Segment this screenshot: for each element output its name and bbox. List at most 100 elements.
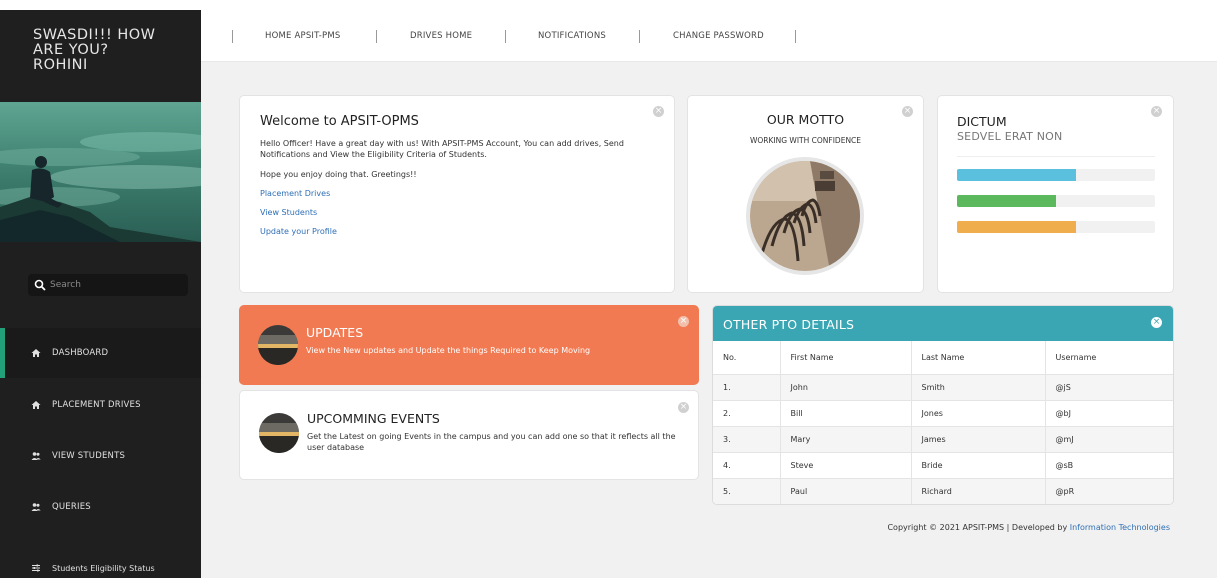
table-cell: Mary [780, 426, 912, 453]
nav-change-password[interactable]: CHANGE PASSWORD [673, 31, 764, 41]
column-header: No. [713, 341, 781, 375]
sidebar-item-label: DASHBOARD [52, 348, 109, 358]
sidebar-item-label: PLACEMENT DRIVES [52, 400, 141, 410]
pto-table: No. First Name Last Name Username 1. Joh… [713, 341, 1173, 504]
pto-title: OTHER PTO DETAILS [723, 317, 855, 332]
nav-drives-home[interactable]: DRIVES HOME [410, 31, 472, 41]
table-cell: 2. [713, 400, 781, 427]
close-icon[interactable] [678, 402, 689, 413]
updates-subtitle: View the New updates and Update the thin… [306, 346, 591, 355]
table-cell: 4. [713, 452, 781, 479]
table-cell: Bill [780, 400, 912, 427]
search-input[interactable] [50, 280, 180, 290]
link-placement-drives[interactable]: Placement Drives [260, 189, 330, 198]
table-cell: @sB [1045, 452, 1173, 479]
table-cell: Jones [911, 400, 1046, 427]
sidebar-item-label: QUERIES [52, 502, 91, 512]
nav-separator [376, 30, 377, 43]
sliders-icon [32, 564, 40, 572]
dictum-title: DICTUM [957, 114, 1007, 129]
nav-notifications[interactable]: NOTIFICATIONS [538, 31, 606, 41]
sidebar-item-label: Students Eligibility Status [52, 563, 155, 573]
dictum-subtitle: SEDVEL ERAT NON [957, 130, 1063, 143]
divider [957, 156, 1155, 157]
progress-bar-3 [957, 221, 1155, 233]
motto-card: OUR MOTTO WORKING WITH CONFIDENCE [687, 95, 924, 293]
updates-title: UPDATES [306, 325, 364, 340]
sidebar-item-placement-drives[interactable]: PLACEMENT DRIVES [0, 380, 201, 430]
close-icon[interactable] [653, 106, 664, 117]
nav-home-apsit-pms[interactable]: HOME APSIT-PMS [265, 31, 340, 41]
welcome-title: Welcome to APSIT-OPMS [260, 114, 419, 129]
table-cell: 1. [713, 374, 781, 401]
table-cell: Richard [911, 478, 1046, 504]
top-strip [0, 0, 1217, 10]
close-icon[interactable] [678, 316, 689, 327]
sidebar-item-queries[interactable]: QUERIES [0, 482, 201, 532]
table-cell: John [780, 374, 912, 401]
motto-image [746, 157, 864, 275]
search-icon [34, 279, 46, 291]
table-cell: Smith [911, 374, 1046, 401]
close-icon[interactable] [1151, 317, 1162, 328]
users-icon [31, 452, 41, 460]
link-view-students[interactable]: View Students [260, 208, 317, 217]
nav-separator [505, 30, 506, 43]
top-navbar: HOME APSIT-PMS DRIVES HOME NOTIFICATIONS… [201, 10, 1217, 62]
table-row: 1. John Smith @jS [713, 374, 1173, 401]
greeting-line-2: ARE YOU? [33, 42, 109, 58]
progress-fill [957, 221, 1076, 233]
column-header: Username [1045, 341, 1173, 375]
pto-header: OTHER PTO DETAILS [713, 306, 1173, 341]
users-icon [31, 503, 41, 511]
greeting-line-3: ROHINI [33, 57, 88, 73]
table-row: 2. Bill Jones @bJ [713, 400, 1173, 427]
table-row: 3. Mary James @mJ [713, 426, 1173, 453]
table-cell: Bride [911, 452, 1046, 479]
sidebar-item-label: VIEW STUDENTS [52, 451, 126, 461]
events-subtitle: Get the Latest on going Events in the ca… [307, 432, 676, 452]
updates-card: UPDATES View the New updates and Update … [239, 305, 699, 385]
table-row: 4. Steve Bride @sB [713, 452, 1173, 479]
motto-title: OUR MOTTO [766, 112, 845, 127]
events-title: UPCOMMING EVENTS [307, 411, 440, 426]
link-update-profile[interactable]: Update your Profile [260, 227, 337, 236]
dictum-card: DICTUM SEDVEL ERAT NON [937, 95, 1174, 293]
table-cell: 5. [713, 478, 781, 504]
sidebar-item-dashboard[interactable]: DASHBOARD [0, 328, 201, 378]
welcome-description: Hello Officer! Have a great day with us!… [260, 139, 624, 159]
table-cell: @jS [1045, 374, 1173, 401]
sidebar-item-students-eligibility[interactable]: Students Eligibility Status [0, 546, 201, 578]
motto-subtitle: WORKING WITH CONFIDENCE [749, 136, 862, 145]
table-cell: @mJ [1045, 426, 1173, 453]
progress-bar-2 [957, 195, 1155, 207]
search-box[interactable] [28, 274, 188, 296]
progress-fill [957, 195, 1056, 207]
welcome-greeting: Hope you enjoy doing that. Greetings!! [260, 170, 417, 179]
table-cell: Steve [780, 452, 912, 479]
footer-link[interactable]: Information Technologies [1070, 523, 1170, 532]
sunset-thumbnail [259, 413, 299, 453]
pto-details-card: OTHER PTO DETAILS No. First Name Last Na… [712, 305, 1174, 505]
events-card: UPCOMMING EVENTS Get the Latest on going… [239, 390, 699, 480]
greeting-line-1: SWASDI!!! HOW [33, 27, 156, 43]
nav-separator [795, 30, 796, 43]
hero-image [0, 102, 201, 242]
table-row: 5. Paul Richard @pR [713, 478, 1173, 504]
nav-separator [639, 30, 640, 43]
progress-fill [957, 169, 1076, 181]
table-header-row: No. First Name Last Name Username [713, 341, 1173, 375]
sunset-thumbnail [258, 325, 298, 365]
sidebar-item-view-students[interactable]: VIEW STUDENTS [0, 431, 201, 481]
table-cell: @pR [1045, 478, 1173, 504]
close-icon[interactable] [1151, 106, 1162, 117]
table-cell: Paul [780, 478, 912, 504]
footer-copyright: Copyright © 2021 APSIT-PMS | Developed b… [887, 523, 1070, 532]
home-icon [31, 401, 41, 409]
welcome-card: Welcome to APSIT-OPMS Hello Officer! Hav… [239, 95, 675, 293]
column-header: First Name [780, 341, 912, 375]
table-cell: James [911, 426, 1046, 453]
greeting: SWASDI!!! HOW ARE YOU? ROHINI [33, 28, 193, 73]
home-icon [31, 349, 41, 357]
progress-bar-1 [957, 169, 1155, 181]
